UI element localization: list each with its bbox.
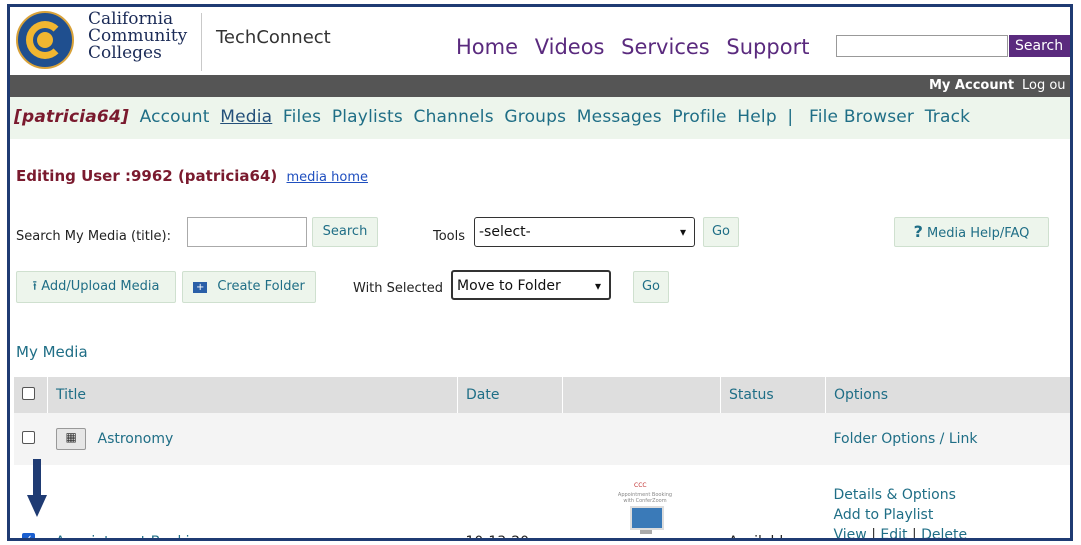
nav-support[interactable]: Support bbox=[726, 35, 809, 59]
thumb-logo: CCC bbox=[634, 481, 647, 489]
monitor-stand bbox=[640, 529, 652, 534]
my-media-title[interactable]: My Media bbox=[16, 343, 88, 361]
add-upload-label: Add/Upload Media bbox=[41, 279, 160, 294]
folder-add-icon: + bbox=[193, 282, 208, 293]
my-account-link[interactable]: My Account bbox=[929, 78, 1014, 93]
tools-go-button[interactable]: Go bbox=[703, 217, 739, 247]
create-folder-button[interactable]: + Create Folder bbox=[182, 271, 316, 303]
upload-icon: ⭱ bbox=[32, 279, 38, 294]
media-home-link[interactable]: media home bbox=[287, 170, 368, 185]
tools-selected: -select- bbox=[479, 224, 531, 240]
select-all-cell bbox=[14, 377, 48, 413]
editing-label: Editing User :9962 (patricia64) bbox=[16, 167, 278, 185]
editing-heading: Editing User :9962 (patricia64) media ho… bbox=[16, 167, 368, 185]
search-media-input[interactable] bbox=[187, 217, 307, 247]
logo-text[interactable]: California Community Colleges bbox=[88, 11, 187, 62]
media-thumbnail[interactable]: CCC Appointment Booking with ConferZoom bbox=[612, 481, 678, 539]
row-checkbox-checked[interactable]: ✓ bbox=[22, 533, 35, 538]
details-options-link[interactable]: Details & Options bbox=[834, 485, 1071, 505]
subnav-track[interactable]: Track bbox=[925, 107, 970, 127]
with-selected-select[interactable]: Move to Folder ▾ bbox=[451, 270, 611, 300]
table-row: ✓ Appointment Booking 10-13-20 CCC Appoi… bbox=[14, 465, 1071, 541]
edit-link[interactable]: Edit bbox=[880, 527, 907, 539]
select-all-checkbox[interactable] bbox=[22, 386, 35, 400]
question-icon: ? bbox=[913, 222, 923, 241]
media-help-label: Media Help/FAQ bbox=[927, 226, 1030, 241]
subnav-help[interactable]: Help bbox=[737, 107, 777, 127]
folder-options-link[interactable]: Folder Options / Link bbox=[825, 413, 1070, 465]
with-selected-go-button[interactable]: Go bbox=[633, 271, 669, 303]
table-row: Astronomy Folder Options / Link bbox=[14, 413, 1070, 465]
folder-title[interactable]: Astronomy bbox=[98, 431, 174, 447]
thumb-caption: Appointment Booking with ConferZoom bbox=[617, 491, 673, 504]
col-thumb bbox=[562, 377, 721, 413]
col-options: Options bbox=[825, 377, 1070, 413]
subnav-channels[interactable]: Channels bbox=[414, 107, 494, 127]
row-checkbox[interactable] bbox=[22, 430, 35, 444]
add-to-playlist-link[interactable]: Add to Playlist bbox=[834, 505, 1071, 525]
subnav-playlists[interactable]: Playlists bbox=[332, 107, 403, 127]
thumbnail-cell: CCC Appointment Booking with ConferZoom bbox=[563, 465, 721, 539]
nav-services[interactable]: Services bbox=[621, 35, 710, 59]
subnav-messages[interactable]: Messages bbox=[577, 107, 662, 127]
tools-label: Tools bbox=[433, 229, 466, 244]
col-title[interactable]: Title bbox=[47, 377, 458, 413]
logo-line-3: Colleges bbox=[88, 43, 162, 63]
row-checkbox-cell bbox=[14, 413, 48, 465]
search-label: Search My Media (title): bbox=[16, 229, 171, 244]
site-search-button[interactable]: Search bbox=[1009, 35, 1070, 57]
main-nav: Home Videos Services Support bbox=[456, 35, 819, 59]
col-date[interactable]: Date bbox=[457, 377, 563, 413]
search-media-button[interactable]: Search bbox=[312, 217, 378, 247]
with-selected-value: Move to Folder bbox=[457, 278, 561, 294]
tools-select[interactable]: -select- ▾ bbox=[474, 217, 695, 247]
subnav-groups[interactable]: Groups bbox=[504, 107, 566, 127]
create-folder-label: Create Folder bbox=[217, 279, 305, 294]
view-edit-delete: View | Edit | Delete bbox=[833, 526, 968, 541]
subnav-files[interactable]: Files bbox=[283, 107, 321, 127]
logout-link[interactable]: Log ou bbox=[1022, 78, 1066, 93]
brand-name: TechConnect bbox=[216, 27, 331, 48]
nav-videos[interactable]: Videos bbox=[535, 35, 605, 59]
chevron-down-icon: ▾ bbox=[679, 225, 686, 239]
table-header: Title Date Status Options bbox=[14, 377, 1070, 413]
subnav-account[interactable]: Account bbox=[140, 107, 210, 127]
annotation-arrow-icon bbox=[27, 459, 47, 517]
nav-home[interactable]: Home bbox=[456, 35, 518, 59]
monitor-icon bbox=[630, 505, 664, 530]
media-options-cell: Details & Options Add to Playlist View |… bbox=[826, 465, 1071, 541]
ccc-logo-icon[interactable] bbox=[16, 11, 74, 69]
subnav-profile[interactable]: Profile bbox=[672, 107, 726, 127]
subnav-separator: | bbox=[787, 107, 794, 127]
subnav-media[interactable]: Media bbox=[220, 107, 272, 127]
site-search-input[interactable] bbox=[836, 35, 1008, 57]
with-selected-label: With Selected bbox=[353, 281, 444, 296]
add-upload-media-button[interactable]: ⭱ Add/Upload Media bbox=[16, 271, 176, 303]
user-subnav: [patricia64] Account Media Files Playlis… bbox=[10, 97, 1070, 139]
account-bar: My Account Log ou bbox=[10, 75, 1070, 97]
username-label: [patricia64] bbox=[14, 107, 129, 127]
delete-link[interactable]: Delete bbox=[921, 527, 967, 539]
divider bbox=[201, 13, 202, 71]
folder-title-cell: Astronomy bbox=[47, 413, 458, 465]
chevron-down-icon: ▾ bbox=[594, 279, 601, 293]
folder-icon bbox=[55, 428, 86, 450]
media-help-button[interactable]: ? Media Help/FAQ bbox=[894, 217, 1049, 247]
page-frame: California Community Colleges TechConnec… bbox=[7, 4, 1073, 541]
col-status[interactable]: Status bbox=[720, 377, 826, 413]
site-header: California Community Colleges TechConnec… bbox=[10, 7, 1070, 75]
subnav-file-browser[interactable]: File Browser bbox=[809, 107, 914, 127]
view-link[interactable]: View bbox=[834, 527, 867, 539]
media-date: 10-13-20 bbox=[458, 465, 563, 538]
media-title[interactable]: Appointment Booking bbox=[48, 465, 458, 538]
media-table: Title Date Status Options Astronomy Fold… bbox=[14, 377, 1071, 541]
media-status: Available bbox=[721, 465, 826, 538]
